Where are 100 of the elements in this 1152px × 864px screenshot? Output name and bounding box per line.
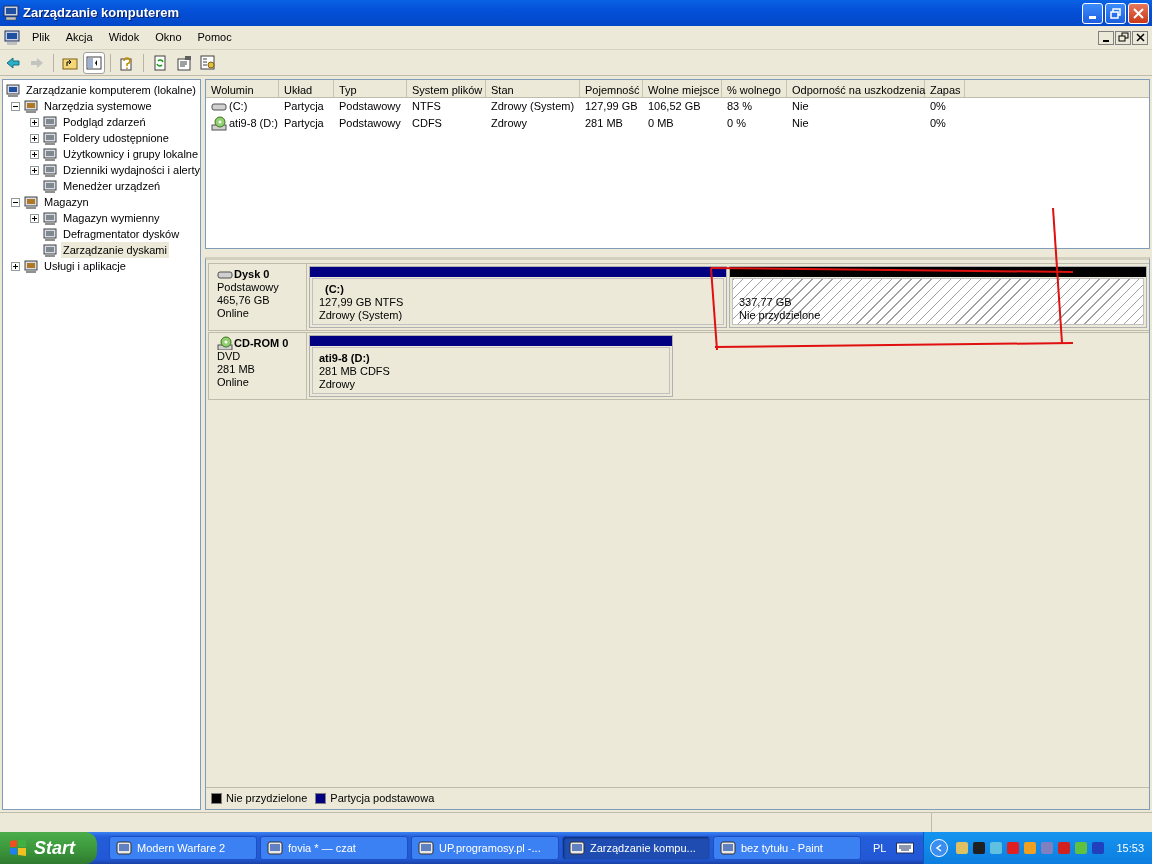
taskbar-button[interactable]: Zarządzanie kompu... <box>562 836 710 860</box>
partition-block[interactable]: 337,77 GB Nie przydzielone <box>732 278 1144 325</box>
column-header[interactable]: Wolne miejsce <box>643 80 722 97</box>
table-cell-text: 281 MB <box>585 116 623 132</box>
mdi-restore-icon <box>1117 32 1129 43</box>
tree-item[interactable]: Magazyn wymienny <box>61 209 162 227</box>
tree-node-icon <box>42 146 58 162</box>
partition-size: 337,77 GB <box>739 296 793 309</box>
mdi-minimize-button[interactable] <box>1098 30 1114 45</box>
collapse-toggle[interactable] <box>11 101 20 111</box>
disk-status: Online <box>217 307 250 320</box>
restore-icon <box>1110 7 1121 19</box>
legend-label: Nie przydzielone <box>226 791 308 807</box>
column-header[interactable]: System plików <box>407 80 486 97</box>
close-button[interactable] <box>1128 2 1149 24</box>
app-icon <box>418 840 434 856</box>
tree-item[interactable]: Użytkownicy i grupy lokalne <box>61 145 201 163</box>
taskbar-button[interactable]: Modern Warfare 2 <box>109 836 257 860</box>
tree-item[interactable]: Narzędzia systemowe <box>42 97 154 115</box>
restore-button[interactable] <box>1105 2 1126 24</box>
partition-status: Nie przydzielone <box>739 309 822 322</box>
disk-size: 465,76 GB <box>217 294 271 307</box>
expand-toggle[interactable] <box>11 261 20 271</box>
menu-item[interactable]: Akcja <box>57 27 101 48</box>
expand-toggle[interactable] <box>30 133 39 143</box>
column-header[interactable]: Układ <box>279 80 334 97</box>
export-list-icon <box>200 54 216 71</box>
menu-item[interactable]: Okno <box>147 27 190 48</box>
tree-node-icon <box>42 162 58 178</box>
app-icon <box>116 840 132 856</box>
app-icon <box>267 840 283 856</box>
cd-drive-icon <box>211 115 227 132</box>
disk-name: CD-ROM 0 <box>234 336 289 350</box>
expand-toggle[interactable] <box>30 149 39 159</box>
language-indicator[interactable]: PL <box>873 839 887 857</box>
column-header[interactable]: Stan <box>486 80 580 97</box>
tree-pane-button[interactable] <box>83 51 105 74</box>
mdi-close-button[interactable] <box>1132 30 1148 45</box>
partition-status: Zdrowy (System) <box>319 309 404 322</box>
partition-block[interactable]: (C:) 127,99 GB NTFS Zdrowy (System) <box>312 278 724 325</box>
partition-status: Zdrowy <box>319 378 357 391</box>
column-header[interactable]: Zapas <box>925 80 965 97</box>
collapse-toggle[interactable] <box>11 197 20 207</box>
close-icon <box>1133 7 1144 19</box>
back-arrow-icon <box>5 54 21 71</box>
tree-item[interactable]: Dzienniki wydajności i alerty <box>61 161 202 179</box>
disk-type: Podstawowy <box>217 281 280 294</box>
expand-toggle[interactable] <box>30 165 39 175</box>
column-header[interactable]: Wolumin <box>206 80 279 97</box>
disk-type: DVD <box>217 350 242 363</box>
menu-item[interactable]: Plik <box>24 27 58 48</box>
table-cell-text: Zdrowy <box>491 116 528 132</box>
menu-item[interactable]: Widok <box>100 27 148 48</box>
tree-item[interactable]: Zarządzanie dyskami <box>61 241 169 259</box>
chevron-button[interactable] <box>930 839 949 857</box>
table-cell-text: 83 % <box>727 99 753 115</box>
column-header[interactable]: Odporność na uszkodzenia <box>787 80 925 97</box>
expand-toggle[interactable] <box>30 117 39 127</box>
taskbar-button[interactable]: UP.programosy.pl -... <box>411 836 559 860</box>
properties-icon <box>176 54 192 71</box>
table-cell-text: 0 MB <box>648 116 674 132</box>
tree-item[interactable]: Magazyn <box>42 193 91 211</box>
window-title: Zarządzanie komputerem <box>23 4 181 23</box>
mdi-restore-button[interactable] <box>1115 30 1131 45</box>
help-icon <box>119 54 135 71</box>
mdi-close-icon <box>1134 32 1146 43</box>
taskbar-button[interactable]: bez tytułu - Paint <box>713 836 861 860</box>
menu-item[interactable]: Pomoc <box>189 27 240 48</box>
table-cell-text: 0% <box>930 116 946 132</box>
column-header[interactable]: Typ <box>334 80 407 97</box>
tree-item[interactable]: Defragmentator dysków <box>61 225 182 243</box>
table-cell-text: (C:) <box>229 99 248 115</box>
table-cell-text: Partycja <box>284 116 324 132</box>
table-cell-text: Partycja <box>284 99 324 115</box>
tree-node-icon <box>23 258 39 274</box>
table-cell-text: ati9-8 (D:) <box>229 116 278 132</box>
legend-label: Partycja podstawowa <box>330 791 435 807</box>
tree-item[interactable]: Foldery udostępnione <box>61 129 171 147</box>
tree-node-icon <box>42 242 58 258</box>
table-cell-text: 0% <box>930 99 946 115</box>
windows-logo-icon <box>8 838 28 858</box>
tree-item[interactable]: Zarządzanie komputerem (lokalne) <box>24 81 198 99</box>
start-button[interactable]: Start <box>0 832 97 864</box>
tree-node-icon <box>42 114 58 130</box>
tree-item[interactable]: Usługi i aplikacje <box>42 257 128 275</box>
minimize-button[interactable] <box>1082 2 1103 24</box>
tree-node-icon <box>23 194 39 210</box>
tree-node-icon <box>23 98 39 114</box>
column-header[interactable]: Pojemność <box>580 80 643 97</box>
tree-item[interactable]: Podgląd zdarzeń <box>61 113 148 131</box>
tray-icon[interactable] <box>972 841 987 855</box>
table-cell-text: NTFS <box>412 99 441 115</box>
tree-pane-icon <box>86 54 102 71</box>
taskbar-button[interactable]: fovia * — czat <box>260 836 408 860</box>
table-cell-text: Nie <box>792 116 809 132</box>
expand-toggle[interactable] <box>30 213 39 223</box>
column-header[interactable]: % wolnego <box>722 80 787 97</box>
partition-block[interactable]: ati9-8 (D:) 281 MB CDFS Zdrowy <box>312 347 670 394</box>
app-icon <box>720 840 736 856</box>
tree-item[interactable]: Menedżer urządzeń <box>61 177 163 195</box>
